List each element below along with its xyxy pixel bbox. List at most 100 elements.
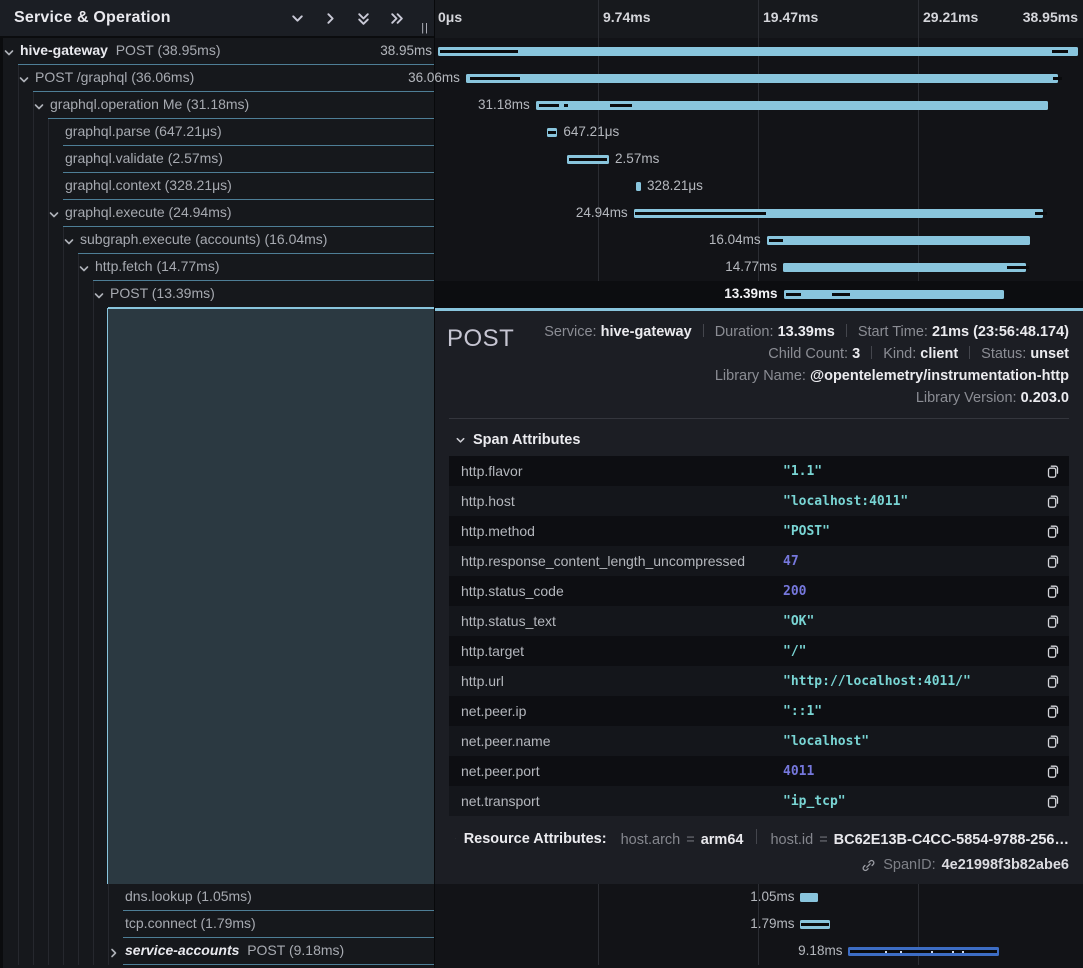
copy-value-button[interactable] [1045, 523, 1061, 539]
span-bar[interactable] [636, 182, 641, 191]
timeline-ruler: 0μs9.74ms19.47ms29.21ms38.95ms [435, 0, 1083, 38]
copy-value-button[interactable] [1045, 703, 1061, 719]
copy-value-button[interactable] [1045, 673, 1061, 689]
span-tree-column: Service & Operation || hive-gateway POST… [0, 0, 434, 968]
span-name-label: service-accounts POST (9.18ms) [125, 942, 344, 958]
chevron-down-icon[interactable] [94, 291, 104, 301]
timeline-span-row[interactable]: 647.21μs [435, 119, 1083, 146]
attribute-key: http.flavor [461, 463, 783, 479]
chevron-right-icon[interactable] [109, 948, 119, 958]
tree-chevron[interactable] [4, 45, 14, 63]
span-bar[interactable] [767, 236, 1031, 245]
chevron-down-icon[interactable] [19, 75, 29, 85]
span-event-dot [931, 951, 933, 953]
attribute-value: "ip_tcp" [783, 794, 846, 809]
tree-chevron[interactable] [64, 234, 74, 252]
indent-guide [33, 254, 34, 281]
span-bar[interactable] [783, 263, 1026, 272]
expand-all-icon[interactable] [389, 11, 404, 26]
span-tree-row[interactable]: hive-gateway POST (38.95ms) [0, 38, 434, 65]
timeline-span-row[interactable]: 16.04ms [435, 227, 1083, 254]
copy-value-button[interactable] [1045, 613, 1061, 629]
collapse-all-icon[interactable] [356, 11, 371, 26]
selected-span-highlight [107, 308, 434, 884]
child-span-mark [1035, 212, 1047, 215]
child-span-mark [850, 950, 996, 953]
timeline-span-row[interactable]: 2.57ms [435, 146, 1083, 173]
span-tree-row[interactable]: POST /graphql (36.06ms) [0, 65, 434, 92]
span-tree-row[interactable]: dns.lookup (1.05ms) [0, 884, 434, 911]
span-bar[interactable] [536, 101, 1048, 110]
span-tree-row[interactable]: subgraph.execute (accounts) (16.04ms) [0, 227, 434, 254]
span-tree-row[interactable]: graphql.parse (647.21μs) [0, 119, 434, 146]
chevron-down-icon[interactable] [49, 210, 59, 220]
column-resizer[interactable]: || [421, 22, 429, 34]
timeline-span-row[interactable]: 14.77ms [435, 254, 1083, 281]
tree-chevron[interactable] [19, 72, 29, 90]
link-icon[interactable] [861, 858, 876, 873]
resource-attributes-row[interactable]: Resource Attributes: host.arch=arm64host… [455, 829, 1069, 848]
copy-icon [1045, 523, 1061, 539]
copy-value-button[interactable] [1045, 763, 1061, 779]
timeline-span-row[interactable]: 31.18ms [435, 92, 1083, 119]
span-detail-panel: POST Service: hive-gatewayDuration: 13.3… [435, 308, 1083, 884]
span-bar[interactable] [466, 74, 1059, 83]
span-bar[interactable] [800, 920, 829, 929]
span-bar[interactable] [848, 947, 999, 956]
span-tree-row[interactable]: tcp.connect (1.79ms) [0, 911, 434, 938]
resource-attributes-title: Resource Attributes: [464, 831, 607, 847]
timeline-span-row[interactable]: 1.79ms [435, 911, 1083, 938]
timeline-span-row[interactable]: 38.95ms [435, 38, 1083, 65]
timeline-span-row[interactable]: 328.21μs [435, 173, 1083, 200]
span-bar[interactable] [634, 209, 1044, 218]
chevron-down-icon[interactable] [79, 264, 89, 274]
expand-one-icon[interactable] [323, 11, 338, 26]
chevron-down-icon[interactable] [34, 102, 44, 112]
copy-value-button[interactable] [1045, 463, 1061, 479]
tree-chevron[interactable] [34, 99, 44, 117]
detail-meta-line: Child Count: 3Kind: clientStatus: unset [539, 343, 1069, 365]
span-name-label: graphql.operation Me (31.18ms) [50, 96, 249, 112]
span-duration-label: 14.77ms [725, 259, 777, 274]
span-tree-row[interactable]: graphql.operation Me (31.18ms) [0, 92, 434, 119]
timeline-span-row[interactable]: 24.94ms [435, 200, 1083, 227]
span-id-value: 4e21998f3b82abe6 [942, 857, 1069, 873]
span-bar[interactable] [800, 893, 817, 902]
chevron-down-icon[interactable] [4, 48, 14, 58]
span-tree-row[interactable]: graphql.context (328.21μs) [0, 173, 434, 200]
span-bar[interactable] [438, 47, 1078, 56]
span-bar[interactable] [567, 155, 609, 164]
copy-value-button[interactable] [1045, 643, 1061, 659]
span-duration-label: 24.94ms [576, 205, 628, 220]
timeline-span-row[interactable]: 36.06ms [435, 65, 1083, 92]
copy-value-button[interactable] [1045, 583, 1061, 599]
timeline-span-row[interactable]: 1.05ms [435, 884, 1083, 911]
span-name-label: tcp.connect (1.79ms) [125, 915, 256, 931]
copy-value-button[interactable] [1045, 793, 1061, 809]
indent-guide [48, 884, 49, 911]
span-attributes-toggle[interactable]: Span Attributes [455, 432, 1069, 448]
span-tree-row[interactable]: service-accounts POST (9.18ms) [0, 938, 434, 965]
span-tree-row[interactable]: http.fetch (14.77ms) [0, 254, 434, 281]
copy-value-button[interactable] [1045, 733, 1061, 749]
tree-chevron[interactable] [109, 945, 119, 963]
collapse-one-icon[interactable] [290, 11, 305, 26]
copy-value-button[interactable] [1045, 553, 1061, 569]
timeline-span-row[interactable]: 9.18ms [435, 938, 1083, 965]
span-bar[interactable] [784, 290, 1004, 299]
chevron-down-icon [455, 435, 466, 446]
span-bar[interactable] [547, 128, 558, 137]
timeline-column: 0μs9.74ms19.47ms29.21ms38.95ms 38.95ms36… [434, 0, 1083, 968]
meta-value: 0.203.0 [1021, 390, 1069, 406]
tree-chevron[interactable] [79, 261, 89, 279]
meta-label: Service: [544, 324, 600, 340]
span-tree-row[interactable]: POST (13.39ms) [0, 281, 434, 308]
chevron-down-icon[interactable] [64, 237, 74, 247]
attribute-row: http.target"/" [449, 636, 1069, 666]
span-tree-row[interactable]: graphql.execute (24.94ms) [0, 200, 434, 227]
copy-value-button[interactable] [1045, 493, 1061, 509]
timeline-span-row[interactable]: 13.39ms [435, 281, 1083, 308]
span-tree-row[interactable]: graphql.validate (2.57ms) [0, 146, 434, 173]
tree-chevron[interactable] [49, 207, 59, 225]
tree-chevron[interactable] [94, 288, 104, 306]
